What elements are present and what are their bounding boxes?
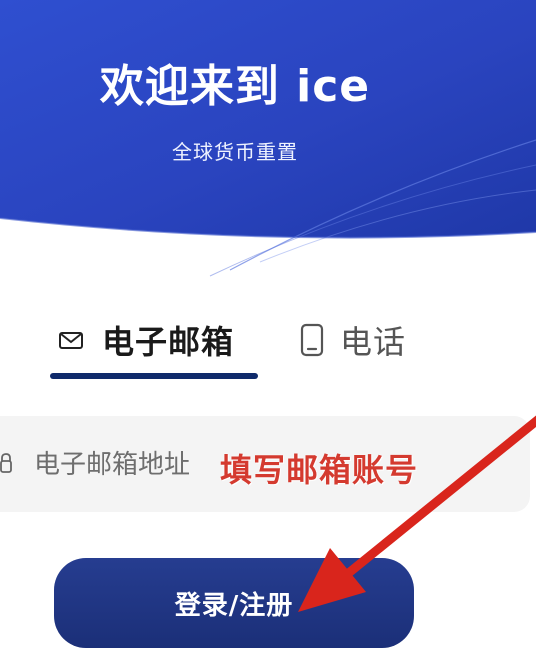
tab-phone[interactable]: 电话 xyxy=(300,310,406,370)
tab-phone-label: 电话 xyxy=(340,323,407,361)
login-register-button[interactable]: 登录/注册 xyxy=(54,558,414,648)
email-input[interactable] xyxy=(32,442,226,488)
phone-icon xyxy=(300,323,324,357)
tab-email-label: 电子邮箱 xyxy=(102,323,235,361)
header-banner: 欢迎来到 ice 全球货币重置 xyxy=(0,0,536,280)
active-tab-indicator xyxy=(50,373,258,379)
page-title: 欢迎来到 ice xyxy=(99,61,371,112)
mail-icon xyxy=(59,332,83,349)
lock-icon xyxy=(0,453,12,473)
tab-email[interactable]: 电子邮箱 xyxy=(58,310,234,370)
page-subtitle: 全球货币重置 xyxy=(172,140,298,164)
annotation-label: 填写邮箱账号 xyxy=(220,451,419,489)
